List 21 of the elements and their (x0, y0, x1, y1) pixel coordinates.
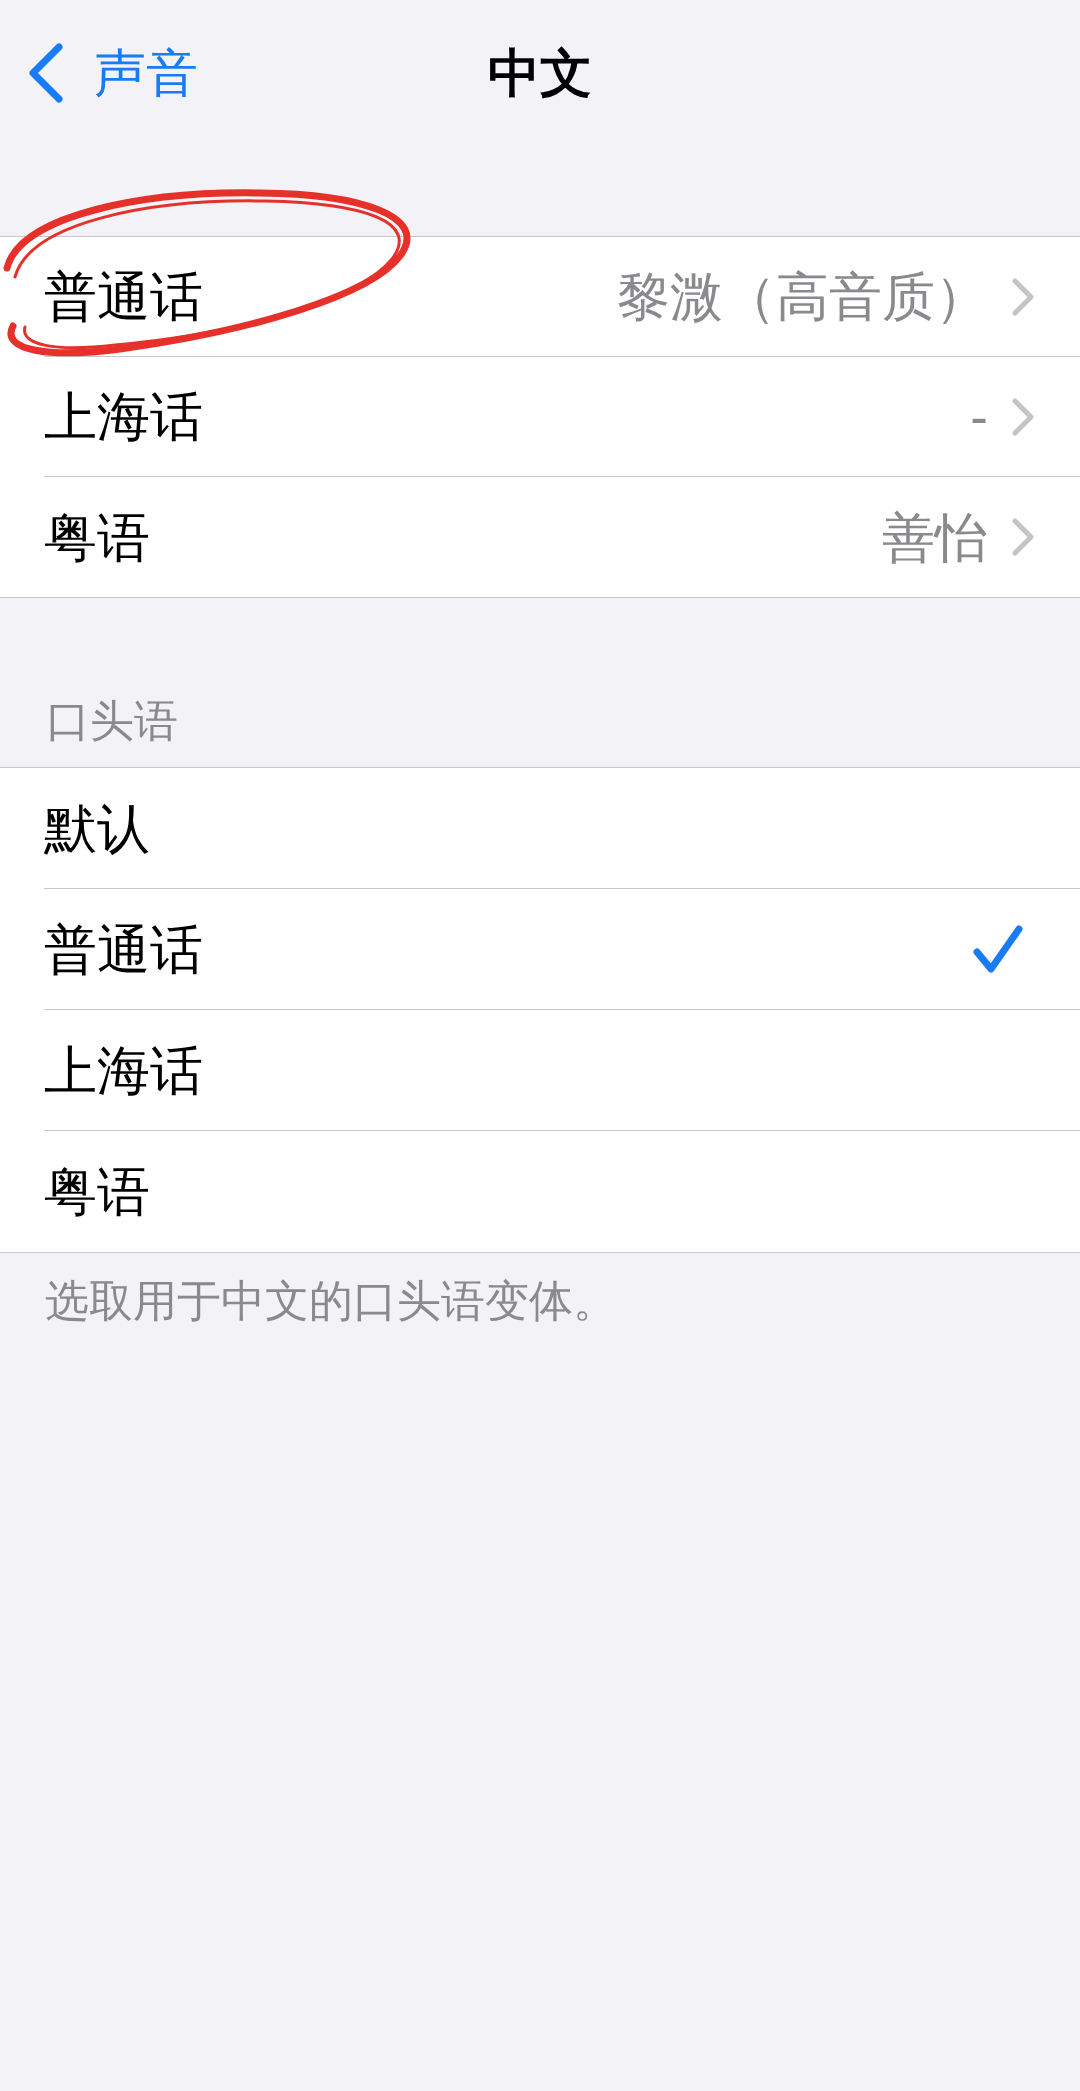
back-chevron-icon (28, 42, 64, 104)
voice-row[interactable]: 上海话 - (44, 357, 1080, 477)
voice-row[interactable]: 普通话 黎溦（高音质） (44, 237, 1080, 357)
spoken-variant-option[interactable]: 默认 (44, 768, 1080, 889)
spoken-variant-option[interactable]: 上海话 (44, 1010, 1080, 1131)
voice-value: 善怡 (882, 510, 988, 564)
spoken-variant-option[interactable]: 普通话 (44, 889, 1080, 1010)
chevron-right-icon (1012, 397, 1034, 436)
dialect-label: 粤语 (44, 510, 150, 564)
section-header: 口头语 (46, 699, 178, 743)
chevron-right-icon (1012, 518, 1034, 556)
footer-note: 选取用于中文的口头语变体。 (44, 1275, 618, 1325)
voice-value: - (970, 390, 988, 443)
page-title: 中文 (488, 47, 592, 99)
chevron-right-icon (1012, 277, 1034, 316)
voice-value: 黎溦（高音质） (617, 270, 988, 323)
back-button[interactable]: 声音 (0, 42, 198, 104)
voice-row[interactable]: 粤语 善怡 (44, 477, 1080, 597)
dialect-label: 上海话 (44, 390, 203, 443)
dialect-label: 普通话 (44, 270, 203, 323)
spoken-variant-option[interactable]: 粤语 (44, 1131, 1080, 1252)
